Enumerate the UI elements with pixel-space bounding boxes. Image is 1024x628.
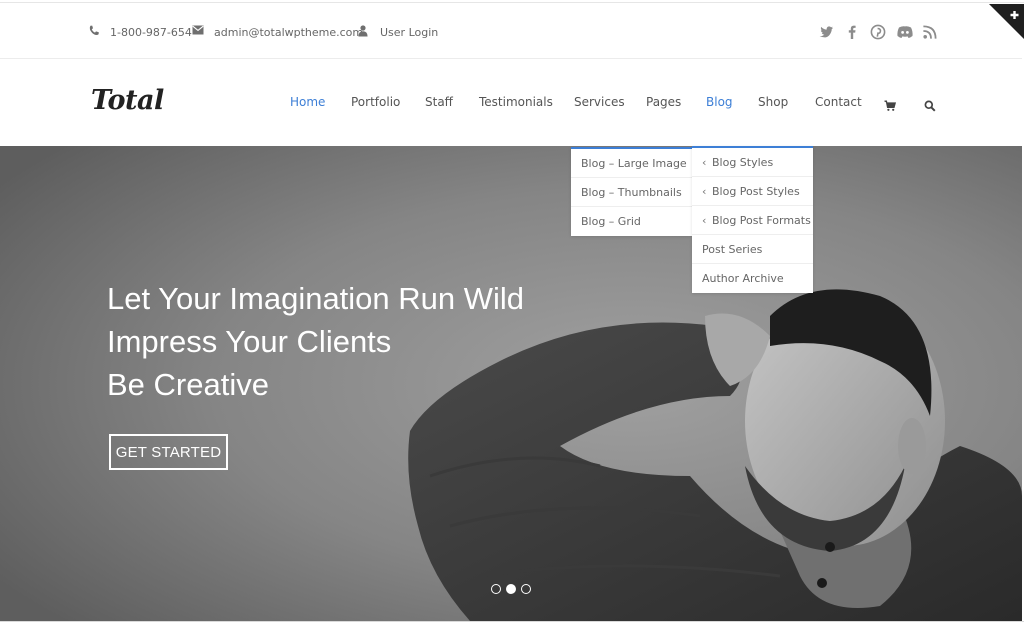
facebook-icon[interactable]: [844, 24, 860, 40]
cart-icon[interactable]: [884, 97, 897, 111]
discord-icon[interactable]: [896, 24, 913, 40]
phone-number: 1-800-987-654: [110, 25, 192, 39]
site-header: Total Home Portfolio Staff Testimonials …: [0, 60, 1022, 146]
social-links: [808, 24, 938, 40]
browser-viewport: 1-800-987-654 admin@totalwptheme.com Use…: [0, 0, 1024, 628]
nav-item-home[interactable]: Home: [290, 95, 325, 111]
dropdown-item-author-archive[interactable]: Author Archive: [692, 264, 813, 293]
dropdown-item-blog-grid[interactable]: Blog – Grid: [571, 207, 692, 236]
phone-contact[interactable]: 1-800-987-654: [88, 24, 192, 40]
user-login-label: User Login: [380, 25, 439, 39]
dropdown-item-post-series[interactable]: Post Series: [692, 235, 813, 264]
email-contact[interactable]: admin@totalwptheme.com: [192, 24, 363, 40]
twitter-icon[interactable]: [818, 24, 834, 40]
blog-dropdown-menu: ‹ Blog Styles ‹ Blog Post Styles ‹ Blog Pos…: [692, 146, 813, 293]
email-address: admin@totalwptheme.com: [214, 25, 364, 39]
blog-layouts-dropdown: Blog – Large Image Blog – Thumbnails Blo…: [571, 147, 692, 236]
hero-heading-line-3: Be Creative: [107, 367, 269, 402]
corner-toggle[interactable]: [989, 4, 1024, 39]
dropdown-item-blog-post-formats[interactable]: ‹ Blog Post Formats: [692, 206, 813, 235]
dropdown-item-label: Blog Styles: [712, 156, 774, 169]
nav-item-shop[interactable]: Shop: [758, 95, 788, 111]
dropdown-item-blog-post-styles[interactable]: ‹ Blog Post Styles: [692, 177, 813, 206]
slider-dot-3[interactable]: [521, 584, 531, 594]
envelope-icon: [192, 25, 208, 39]
slider-dot-1[interactable]: [491, 584, 501, 594]
nav-item-services[interactable]: Services: [574, 95, 625, 111]
hero-heading-line-2: Impress Your Clients: [107, 324, 392, 359]
rss-icon[interactable]: [922, 24, 938, 40]
nav-item-pages[interactable]: Pages: [646, 95, 681, 111]
dropdown-item-blog-large-image[interactable]: Blog – Large Image: [571, 149, 692, 178]
user-icon: [358, 25, 374, 39]
chevron-left-icon: ‹: [702, 214, 707, 227]
dropdown-item-blog-thumbnails[interactable]: Blog – Thumbnails: [571, 178, 692, 207]
dropdown-item-blog-styles[interactable]: ‹ Blog Styles: [692, 148, 813, 177]
nav-item-staff[interactable]: Staff: [425, 95, 453, 111]
nav-item-contact[interactable]: Contact: [815, 95, 862, 111]
phone-icon: [88, 25, 104, 39]
user-login-link[interactable]: User Login: [358, 24, 438, 40]
chevron-left-icon: ‹: [702, 185, 707, 198]
site-logo[interactable]: Total: [91, 85, 164, 116]
hero-slider: Let Your Imagination Run Wild Impress Yo…: [0, 146, 1022, 621]
slider-dot-2[interactable]: [506, 584, 516, 594]
top-border: [0, 2, 1024, 3]
slider-pagination: [491, 584, 536, 594]
dropdown-item-label: Blog Post Styles: [712, 185, 800, 198]
hero-heading-line-1: Let Your Imagination Run Wild: [107, 281, 525, 316]
top-bar: 1-800-987-654 admin@totalwptheme.com Use…: [0, 4, 1022, 59]
nav-item-testimonials[interactable]: Testimonials: [479, 95, 553, 111]
search-icon[interactable]: [924, 97, 936, 112]
chevron-left-icon: ‹: [702, 156, 707, 169]
bottom-border: [0, 621, 1024, 628]
nav-item-portfolio[interactable]: Portfolio: [351, 95, 400, 111]
dropdown-item-label: Blog Post Formats: [712, 214, 811, 227]
get-started-button[interactable]: GET STARTED: [109, 434, 228, 470]
nav-item-blog[interactable]: Blog: [706, 95, 733, 111]
pinterest-icon[interactable]: [870, 24, 886, 40]
